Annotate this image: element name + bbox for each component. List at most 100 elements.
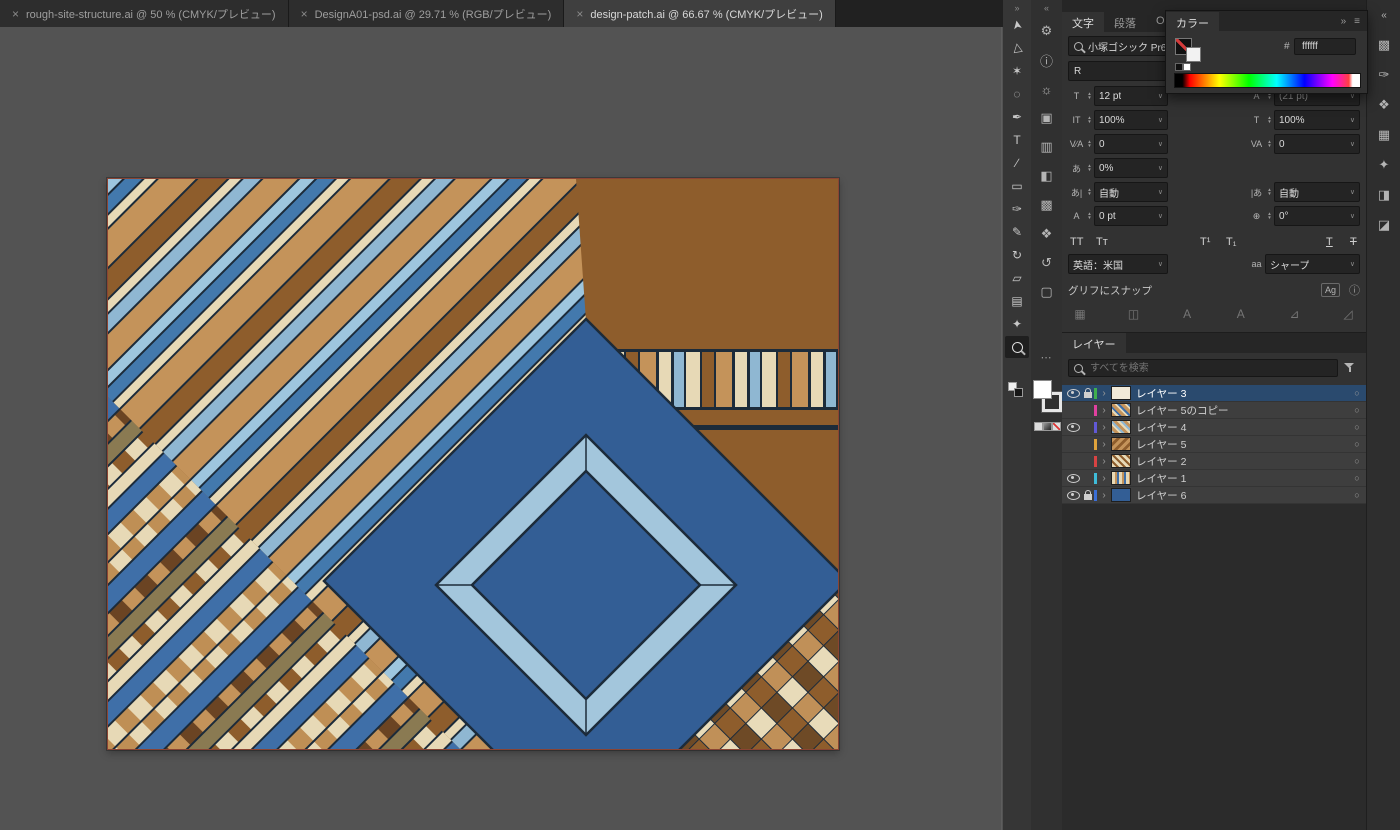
tab-paragraph[interactable]: 段落 bbox=[1104, 12, 1146, 32]
layer-row-1[interactable]: › レイヤー 3 ○ bbox=[1062, 385, 1366, 402]
target-circle-icon[interactable]: ○ bbox=[1348, 473, 1366, 483]
aki-right-stepper[interactable]: ▲▼ bbox=[1265, 188, 1274, 197]
kerning-stepper[interactable]: ▲▼ bbox=[1085, 140, 1094, 149]
target-circle-icon[interactable]: ○ bbox=[1348, 439, 1366, 449]
layer-row-3[interactable]: › レイヤー 4 ○ bbox=[1062, 419, 1366, 436]
layer-row-6[interactable]: › レイヤー 1 ○ bbox=[1062, 470, 1366, 487]
magic-wand-tool[interactable]: ✶ bbox=[1005, 60, 1029, 82]
subscript-button[interactable]: T₁ bbox=[1226, 230, 1236, 248]
info-icon[interactable]: ⓘ bbox=[1349, 282, 1360, 298]
layer-thumbnail[interactable] bbox=[1111, 454, 1131, 468]
graphic-styles-icon[interactable]: ▩ bbox=[1035, 194, 1059, 216]
disclosure-icon[interactable]: › bbox=[1099, 388, 1109, 399]
baseline-shift-field[interactable]: 0 pt∨ bbox=[1094, 206, 1168, 226]
target-circle-icon[interactable]: ○ bbox=[1348, 422, 1366, 432]
tsume-field[interactable]: 0%∨ bbox=[1094, 158, 1168, 178]
transparency-icon[interactable]: ◧ bbox=[1035, 165, 1059, 187]
gradient-button[interactable] bbox=[1043, 422, 1052, 431]
white-swatch[interactable] bbox=[1183, 63, 1191, 71]
superscript-button[interactable]: T¹ bbox=[1200, 230, 1210, 248]
snap-option-4[interactable]: A bbox=[1229, 305, 1253, 323]
language-field[interactable]: 英語：米国∨ bbox=[1068, 254, 1168, 274]
tsume-stepper[interactable]: ▲▼ bbox=[1085, 164, 1094, 173]
eyedropper-tool[interactable]: ✦ bbox=[1005, 313, 1029, 335]
target-circle-icon[interactable]: ○ bbox=[1348, 388, 1366, 398]
snap-option-1[interactable]: ▦ bbox=[1068, 305, 1092, 323]
tab-color[interactable]: カラー bbox=[1166, 12, 1219, 31]
symbols-icon[interactable]: ❖ bbox=[1035, 223, 1059, 245]
lock-toggle[interactable] bbox=[1081, 388, 1094, 398]
aki-left-stepper[interactable]: ▲▼ bbox=[1085, 188, 1094, 197]
char-rotation-field[interactable]: 0°∨ bbox=[1274, 206, 1360, 226]
disclosure-icon[interactable]: › bbox=[1099, 439, 1109, 450]
target-circle-icon[interactable]: ○ bbox=[1348, 405, 1366, 415]
sparkle-icon[interactable]: ✦ bbox=[1371, 153, 1397, 177]
color-guide-icon[interactable]: ◨ bbox=[1371, 183, 1397, 207]
visibility-toggle[interactable] bbox=[1066, 474, 1081, 483]
stroke-swatch[interactable] bbox=[1186, 47, 1201, 62]
visibility-toggle[interactable] bbox=[1066, 389, 1081, 398]
target-circle-icon[interactable]: ○ bbox=[1348, 490, 1366, 500]
mini-stroke-proxy-icon[interactable] bbox=[1014, 388, 1023, 397]
black-swatch[interactable] bbox=[1175, 63, 1183, 71]
snap-option-5[interactable]: ⊿ bbox=[1282, 305, 1306, 323]
collapse-dock-icon[interactable]: « bbox=[1031, 0, 1062, 13]
none-button[interactable] bbox=[1052, 422, 1061, 431]
visibility-toggle[interactable] bbox=[1066, 423, 1081, 432]
expand-toolbar-icon[interactable]: » bbox=[1003, 0, 1031, 13]
layer-thumbnail[interactable] bbox=[1111, 420, 1131, 434]
horizontal-scale-stepper[interactable]: ▲▼ bbox=[1265, 116, 1274, 125]
layer-row-4[interactable]: › レイヤー 5 ○ bbox=[1062, 436, 1366, 453]
kerning-field[interactable]: 0∨ bbox=[1094, 134, 1168, 154]
color-button[interactable] bbox=[1034, 422, 1043, 431]
glyph-badge[interactable]: Ag bbox=[1321, 283, 1340, 297]
baseline-shift-stepper[interactable]: ▲▼ bbox=[1085, 212, 1094, 221]
rectangle-tool[interactable]: ▭ bbox=[1005, 175, 1029, 197]
vertical-scale-field[interactable]: 100%∨ bbox=[1094, 110, 1168, 130]
char-rotation-stepper[interactable]: ▲▼ bbox=[1265, 212, 1274, 221]
paintbrush-tool[interactable]: ✑ bbox=[1005, 198, 1029, 220]
font-size-field[interactable]: 12 pt∨ bbox=[1094, 86, 1168, 106]
tracking-field[interactable]: 0∨ bbox=[1274, 134, 1360, 154]
layer-thumbnail[interactable] bbox=[1111, 471, 1131, 485]
brushes-icon[interactable]: ✑ bbox=[1371, 63, 1397, 87]
horizontal-scale-field[interactable]: 100%∨ bbox=[1274, 110, 1360, 130]
navigator-icon[interactable]: ◪ bbox=[1371, 213, 1397, 237]
disclosure-icon[interactable]: › bbox=[1099, 490, 1109, 501]
tab-layers[interactable]: レイヤー bbox=[1062, 333, 1126, 353]
doc-tab-1[interactable]: × rough-site-structure.ai @ 50 % (CMYK/プ… bbox=[0, 0, 289, 27]
panel-menu-icon[interactable]: ≡ bbox=[1354, 16, 1360, 27]
disclosure-icon[interactable]: › bbox=[1099, 456, 1109, 467]
close-tab-icon[interactable]: × bbox=[12, 8, 19, 20]
pen-tool[interactable]: ✒ bbox=[1005, 106, 1029, 128]
aki-left-field[interactable]: 自動∨ bbox=[1094, 182, 1168, 202]
close-tab-icon[interactable]: × bbox=[576, 8, 583, 20]
disclosure-icon[interactable]: › bbox=[1099, 422, 1109, 433]
layers-search-field[interactable] bbox=[1068, 359, 1338, 377]
free-transform-tool[interactable]: ▱ bbox=[1005, 267, 1029, 289]
layers-search-input[interactable] bbox=[1088, 362, 1332, 375]
hex-field[interactable] bbox=[1294, 38, 1356, 55]
font-size-stepper[interactable]: ▲▼ bbox=[1085, 92, 1094, 101]
lasso-tool[interactable]: ◌ bbox=[1005, 83, 1029, 105]
disclosure-icon[interactable]: › bbox=[1099, 405, 1109, 416]
appearance-icon[interactable]: ☼ bbox=[1035, 78, 1059, 100]
lock-toggle[interactable] bbox=[1081, 490, 1094, 500]
gradient-tool[interactable]: ▤ bbox=[1005, 290, 1029, 312]
snap-option-6[interactable]: ◿ bbox=[1336, 305, 1360, 323]
type-tool[interactable]: T bbox=[1005, 129, 1029, 151]
layer-row-7[interactable]: › レイヤー 6 ○ bbox=[1062, 487, 1366, 504]
small-caps-button[interactable]: Tᴛ bbox=[1096, 230, 1108, 248]
layer-thumbnail[interactable] bbox=[1111, 403, 1131, 417]
line-segment-tool[interactable]: ∕ bbox=[1005, 152, 1029, 174]
symbols-panel-icon[interactable]: ❖ bbox=[1371, 93, 1397, 117]
layer-row-2[interactable]: › レイヤー 5のコピー ○ bbox=[1062, 402, 1366, 419]
pencil-tool[interactable]: ✎ bbox=[1005, 221, 1029, 243]
zoom-tool[interactable] bbox=[1005, 336, 1029, 358]
filter-funnel-icon[interactable] bbox=[1344, 362, 1356, 374]
info-icon[interactable]: ⓘ bbox=[1035, 49, 1059, 71]
swatches-icon[interactable]: ▩ bbox=[1371, 33, 1397, 57]
rotate-tool[interactable]: ↻ bbox=[1005, 244, 1029, 266]
settings-icon[interactable]: ⚙ bbox=[1035, 20, 1059, 42]
hex-input[interactable] bbox=[1300, 40, 1350, 53]
